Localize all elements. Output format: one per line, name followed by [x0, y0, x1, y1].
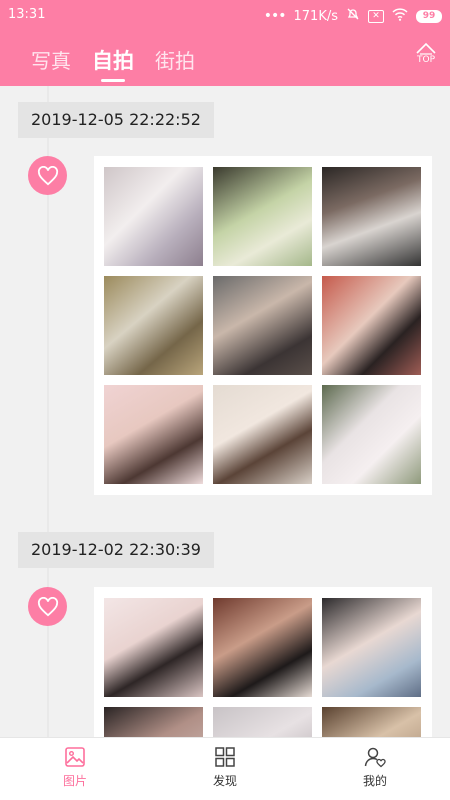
photo-thumbnail[interactable] [322, 167, 421, 266]
photo-thumbnail[interactable] [322, 385, 421, 484]
favorite-button[interactable] [28, 587, 67, 626]
dots-icon: ••• [263, 7, 287, 24]
photo-thumbnail[interactable] [213, 598, 312, 697]
grid-icon [215, 747, 235, 767]
photo-thumbnail[interactable] [104, 385, 203, 484]
home-up-icon [416, 42, 436, 55]
photo-thumbnail[interactable] [213, 276, 312, 375]
photo-grid [94, 587, 432, 737]
photo-thumbnail[interactable] [104, 276, 203, 375]
image-icon [65, 747, 85, 767]
nav-item-discover[interactable]: 发现 [185, 746, 265, 789]
nav-label-discover: 发现 [212, 774, 237, 788]
sim-icon: ✕ [368, 9, 384, 23]
photo-grid [94, 156, 432, 495]
active-tab-indicator [101, 79, 125, 82]
photo-thumbnail[interactable] [213, 707, 312, 737]
tab-写真[interactable]: 写真 [31, 45, 71, 74]
bottom-nav: 图片 发现 我的 [0, 737, 450, 800]
nav-label-images: 图片 [62, 774, 87, 788]
heart-icon [37, 165, 58, 185]
battery-icon: 99 [416, 9, 442, 23]
photo-thumbnail[interactable] [213, 385, 312, 484]
photo-thumbnail[interactable] [322, 598, 421, 697]
photo-thumbnail[interactable] [104, 167, 203, 266]
scroll-top-label: TOP [416, 55, 435, 65]
post-date: 2019-12-02 22:30:39 [18, 532, 214, 568]
wifi-icon [392, 7, 408, 25]
heart-icon [37, 596, 58, 616]
tab-自拍[interactable]: 自拍 [92, 45, 134, 75]
scroll-top-button[interactable]: TOP [414, 42, 438, 72]
nav-item-images[interactable]: 图片 [35, 746, 115, 789]
bell-off-icon [346, 7, 360, 25]
photo-thumbnail[interactable] [213, 167, 312, 266]
status-bar: 13:31 ••• 171K/s ✕ 99 [0, 0, 450, 30]
nav-item-me[interactable]: 我的 [335, 746, 415, 789]
tab-街拍[interactable]: 街拍 [155, 45, 195, 74]
nav-label-me: 我的 [362, 774, 387, 788]
status-time: 13:31 [8, 7, 46, 22]
photo-thumbnail[interactable] [322, 276, 421, 375]
person-heart-icon [364, 747, 386, 768]
status-icons: ••• 171K/s ✕ 99 [264, 7, 442, 25]
network-speed: 171K/s [293, 8, 339, 24]
app-bar: 写真 自拍 街拍 TOP [0, 30, 450, 86]
favorite-button[interactable] [28, 156, 67, 195]
photo-thumbnail[interactable] [322, 707, 421, 737]
post-date: 2019-12-05 22:22:52 [18, 102, 214, 138]
photo-thumbnail[interactable] [104, 707, 203, 737]
photo-thumbnail[interactable] [104, 598, 203, 697]
